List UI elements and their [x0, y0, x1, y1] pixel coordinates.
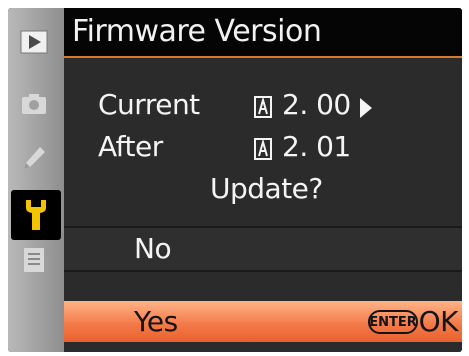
current-label: Current	[98, 88, 200, 121]
pencil-icon[interactable]	[18, 142, 50, 174]
yes-option[interactable]: Yes ENTER OK	[64, 301, 462, 342]
list-icon[interactable]	[18, 244, 50, 276]
wrench-icon[interactable]	[11, 190, 61, 240]
camera-menu-screen: Firmware Version Current 2. 00 After 2. …	[8, 8, 462, 352]
no-option[interactable]: No	[64, 228, 462, 270]
right-arrow-icon	[360, 98, 372, 118]
update-prompt: Update?	[210, 172, 323, 205]
after-value: 2. 01	[282, 130, 351, 163]
current-value: 2. 00	[282, 88, 351, 121]
yes-label: Yes	[134, 305, 178, 338]
after-label: After	[98, 130, 163, 163]
title-bar: Firmware Version	[64, 8, 462, 58]
playback-icon[interactable]	[18, 26, 50, 58]
enter-button-icon: ENTER	[368, 310, 418, 334]
page-title: Firmware Version	[72, 14, 322, 49]
divider	[64, 270, 462, 272]
menu-sidebar	[8, 8, 64, 352]
firmware-a-icon	[254, 96, 272, 118]
ok-label: OK	[418, 305, 459, 338]
no-label: No	[134, 232, 172, 265]
camera-icon[interactable]	[18, 88, 50, 120]
firmware-a-icon	[254, 138, 272, 160]
menu-content: Current 2. 00 After 2. 01 Update? No Yes…	[64, 58, 462, 352]
